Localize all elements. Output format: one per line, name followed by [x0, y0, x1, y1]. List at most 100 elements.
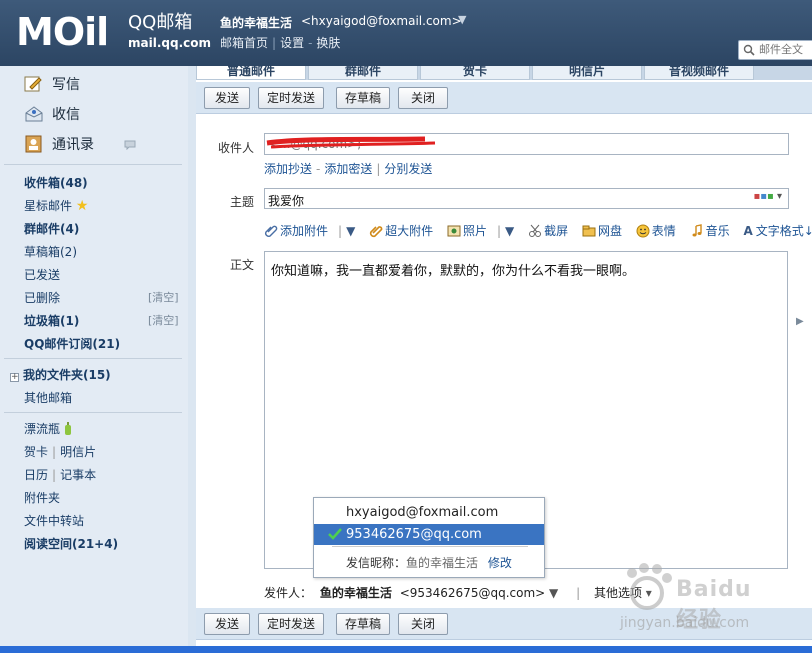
timed-send-button-bottom[interactable]: 定时发送 — [258, 613, 324, 635]
timed-send-button[interactable]: 定时发送 — [258, 87, 324, 109]
save-draft-button[interactable]: 存草稿 — [336, 87, 390, 109]
recipient-label: 收件人 — [218, 141, 255, 155]
music-button[interactable]: 音乐 — [690, 224, 730, 238]
dropdown-option-foxmail[interactable]: hxyaigod@foxmail.com — [314, 502, 544, 523]
address-book-icon — [25, 135, 42, 153]
folder-subscriptions[interactable]: QQ邮件订阅(21) — [24, 335, 120, 352]
recipient-field[interactable]: <...@qq.com>; — [264, 133, 789, 155]
logo-url: mail.qq.com — [128, 36, 211, 50]
folder-deleted[interactable]: 已删除 — [24, 289, 60, 306]
link-separator: - — [316, 162, 321, 176]
send-button-bottom[interactable]: 发送 — [204, 613, 250, 635]
folder-inbox[interactable]: 收件箱(48) — [24, 174, 88, 191]
checkmark-icon — [328, 528, 342, 540]
calendar-link[interactable]: 日历 — [24, 468, 48, 482]
tab-normal-mail[interactable]: 普通邮件 — [196, 66, 306, 80]
big-attachment-button[interactable]: 超大附件 — [369, 224, 433, 238]
save-draft-button-bottom[interactable]: 存草稿 — [336, 613, 390, 635]
screenshot-button[interactable]: 截屏 — [528, 224, 568, 238]
sender-dropdown-icon[interactable]: ▼ — [549, 586, 558, 600]
baidu-paw-logo-icon — [627, 563, 672, 610]
attachment-dropdown-icon[interactable]: ▼ — [346, 224, 355, 238]
attachment-toolbar: 添加附件 | ▼ 超大附件 照片 | ▼ 截屏 网盘 表情 音乐 A 文字格式↓ — [264, 222, 812, 239]
sender-address[interactable]: <953462675@qq.com> — [400, 586, 546, 600]
contacts-label: 通讯录 — [52, 137, 94, 153]
close-button-bottom[interactable]: 关闭 — [398, 613, 448, 635]
tab-group-mail[interactable]: 群邮件 — [308, 66, 418, 80]
big-paperclip-icon — [370, 226, 383, 238]
subject-value: 我爱你 — [268, 194, 305, 208]
nickname-label: 发信昵称： — [346, 556, 407, 570]
expand-plus-icon[interactable]: + — [10, 373, 19, 382]
emoji-button[interactable]: 表情 — [636, 224, 676, 238]
app-header: MOil QQ邮箱 mail.qq.com 鱼的幸福生活 <hxyaigod@f… — [0, 0, 812, 66]
sidebar-divider — [4, 412, 182, 413]
tab-av-mail[interactable]: 音视频邮件 — [644, 66, 754, 80]
dropdown-option-qq-label: 953462675@qq.com — [346, 527, 482, 542]
folder-spam[interactable]: 垃圾箱(1) — [24, 312, 79, 329]
link-separator: | — [272, 36, 277, 50]
tool-attachment-folder[interactable]: 附件夹 — [24, 489, 60, 506]
photo-dropdown-icon[interactable]: ▼ — [505, 224, 514, 238]
emoji-label: 表情 — [651, 224, 676, 238]
sidebar-receive[interactable]: 收信 — [24, 104, 80, 124]
sender-nickname-row: 发信昵称：鱼的幸福生活 修改 — [346, 554, 512, 571]
tab-greeting-card[interactable]: 贺卡 — [420, 66, 530, 80]
add-attachment-button[interactable]: 添加附件 — [264, 224, 328, 238]
change-skin-link[interactable]: 换肤 — [316, 36, 340, 50]
separate-send-link[interactable]: 分别发送 — [384, 162, 432, 176]
folder-group-mail[interactable]: 群邮件(4) — [24, 220, 79, 237]
folder-drafts[interactable]: 草稿箱(2) — [24, 243, 77, 260]
add-bcc-link[interactable]: 添加密送 — [324, 162, 372, 176]
tool-reading-space[interactable]: 阅读空间(21+4) — [24, 535, 118, 552]
mail-search-box[interactable] — [738, 40, 812, 60]
postcard-link[interactable]: 明信片 — [60, 445, 96, 459]
my-folders-label: 我的文件夹(15) — [23, 368, 111, 382]
header-links: 邮箱首页 | 设置 - 换肤 — [220, 34, 340, 51]
folder-starred[interactable]: 星标邮件 ★ — [24, 197, 88, 214]
text-format-button[interactable]: A 文字格式↓ — [743, 224, 812, 238]
chat-bubble-icon[interactable] — [124, 140, 136, 151]
my-folders[interactable]: + 我的文件夹(15) — [10, 366, 111, 383]
folder-starred-label: 星标邮件 — [24, 199, 73, 213]
expand-right-panel-icon[interactable]: ▶ — [796, 316, 804, 327]
toolbar-separator: | — [338, 224, 343, 238]
modify-nickname-link[interactable]: 修改 — [488, 556, 512, 570]
subject-color-picker-icon[interactable]: ▪▪▪ ▾ — [753, 191, 782, 202]
tool-drift-bottle[interactable]: 漂流瓶 — [24, 420, 72, 437]
subject-field[interactable]: 我爱你 ▪▪▪ ▾ — [264, 188, 789, 209]
add-cc-link[interactable]: 添加抄送 — [264, 162, 312, 176]
tool-file-transfer[interactable]: 文件中转站 — [24, 512, 84, 529]
tab-postcard[interactable]: 明信片 — [532, 66, 642, 80]
qqmail-logo[interactable]: MOil QQ邮箱 mail.qq.com — [16, 10, 212, 56]
settings-link[interactable]: 设置 — [280, 36, 304, 50]
folder-sent[interactable]: 已发送 — [24, 266, 60, 283]
close-button[interactable]: 关闭 — [398, 87, 448, 109]
top-toolbar: 发送 定时发送 存草稿 关闭 — [196, 82, 812, 114]
user-email: <hxyaigod@foxmail.com> — [301, 14, 462, 28]
sidebar-contacts[interactable]: 通讯录 — [24, 134, 136, 154]
recipient-options: 添加抄送 - 添加密送 | 分别发送 — [264, 160, 432, 177]
greeting-card-link[interactable]: 贺卡 — [24, 445, 48, 459]
clear-deleted-link[interactable]: [清空] — [148, 289, 179, 305]
send-button[interactable]: 发送 — [204, 87, 250, 109]
add-attachment-label: 添加附件 — [280, 224, 329, 238]
link-separator: - — [308, 36, 313, 50]
dropdown-option-qq-selected[interactable]: 953462675@qq.com — [314, 524, 544, 545]
sender-name: 鱼的幸福生活 — [319, 586, 392, 600]
tool-calendar-notes: 日历 | 记事本 — [24, 466, 96, 483]
clear-spam-link[interactable]: [清空] — [148, 312, 179, 328]
sidebar-divider — [4, 164, 182, 165]
account-switch-caret-icon[interactable]: ▼ — [458, 13, 466, 26]
photo-button[interactable]: 照片 — [447, 224, 487, 238]
sidebar-write[interactable]: 写信 — [24, 74, 80, 94]
search-input[interactable] — [759, 43, 812, 56]
notepad-link[interactable]: 记事本 — [60, 468, 96, 482]
receive-label: 收信 — [52, 107, 80, 123]
other-mailbox[interactable]: 其他邮箱 — [24, 389, 72, 406]
sidebar-divider — [4, 358, 182, 359]
netdisk-button[interactable]: 网盘 — [582, 224, 622, 238]
mailbox-home-link[interactable]: 邮箱首页 — [220, 36, 268, 50]
screenshot-label: 截屏 — [544, 224, 569, 238]
mail-body-text: 你知道嘛，我一直都爱着你，默默的，你为什么不看我一眼啊。 — [271, 264, 636, 279]
